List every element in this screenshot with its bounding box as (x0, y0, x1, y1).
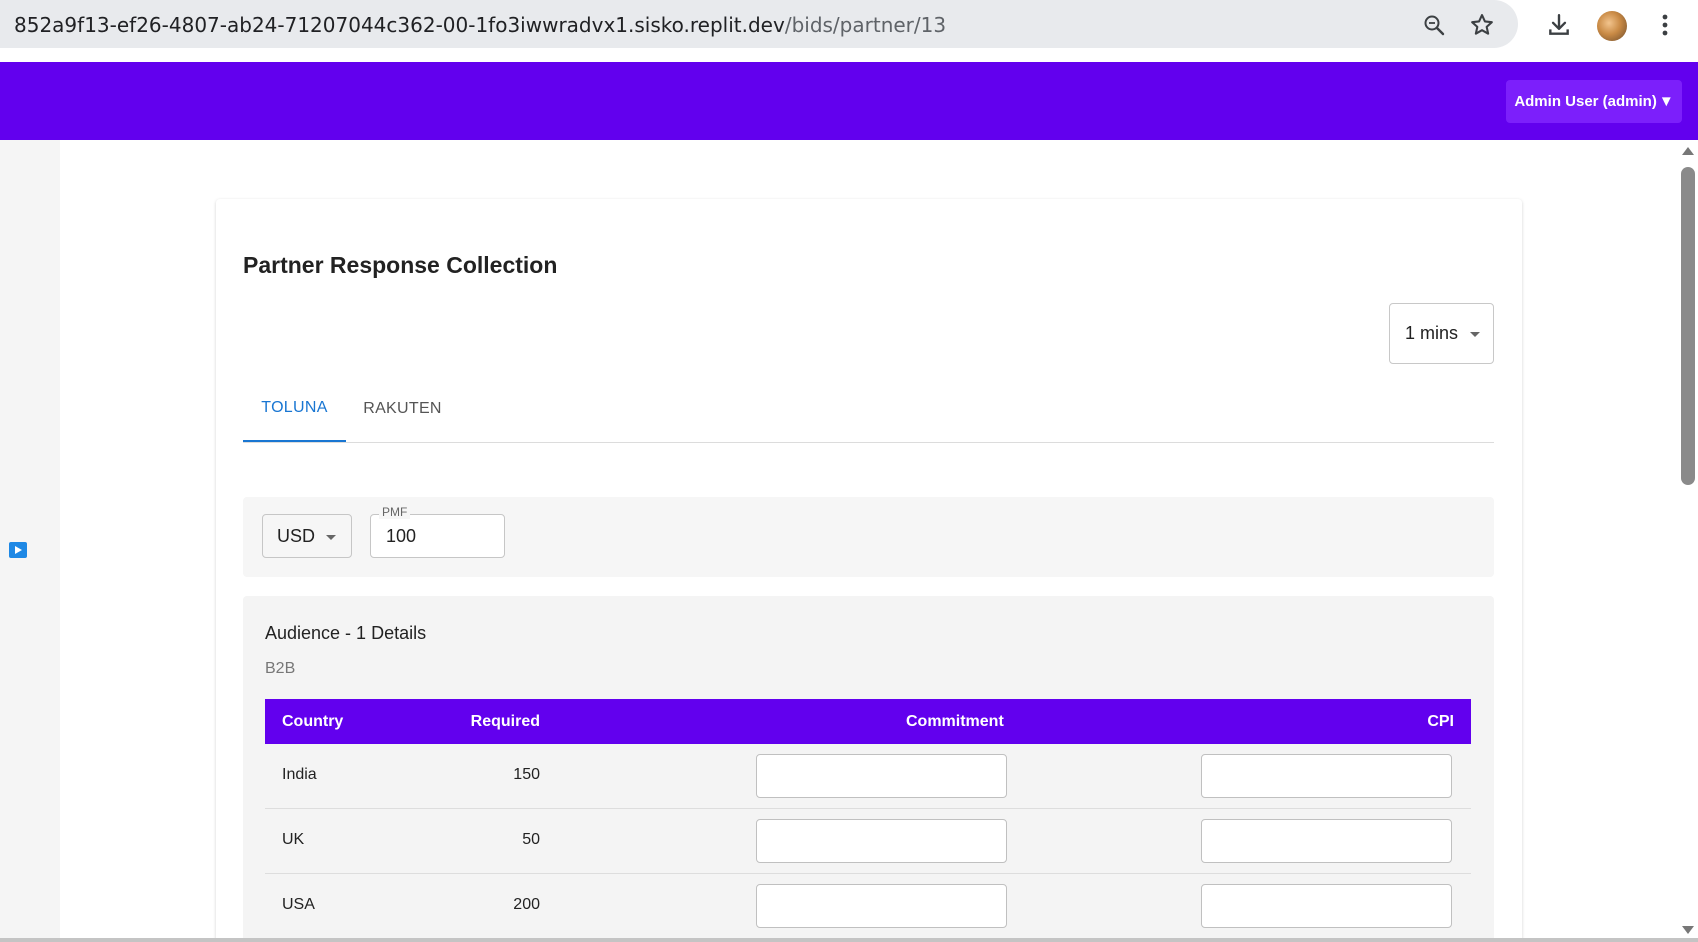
more-menu-icon[interactable] (1647, 7, 1683, 43)
window-bottom-edge (0, 938, 1698, 942)
country-cell: UK (282, 831, 305, 848)
left-rail (0, 140, 60, 942)
currency-select[interactable]: USD (262, 514, 352, 558)
partner-response-card: Partner Response Collection 1 mins TOLUN… (216, 199, 1522, 942)
column-header-required: Required (470, 713, 540, 730)
required-cell: 150 (513, 766, 540, 783)
time-select[interactable]: 1 mins (1389, 303, 1494, 364)
scroll-down-icon[interactable] (1682, 926, 1694, 934)
country-cell: USA (282, 896, 315, 913)
audience-details-panel: Audience - 1 Details B2B Country Require… (243, 596, 1494, 942)
play-icon[interactable] (9, 542, 27, 558)
user-menu-label: Admin User (admin) (1514, 93, 1657, 110)
pmf-value: 100 (386, 525, 417, 546)
chevron-down-icon: ▼ (1658, 93, 1674, 110)
profile-avatar[interactable] (1597, 11, 1627, 41)
country-cell: India (282, 766, 317, 783)
scrollbar-thumb[interactable] (1681, 167, 1695, 485)
commitment-input[interactable] (756, 819, 1007, 863)
table-row: India 150 (265, 744, 1471, 809)
url-host: 852a9f13-ef26-4807-ab24-71207044c362-00-… (14, 13, 785, 37)
tab-rakuten[interactable]: RAKUTEN (346, 376, 459, 442)
audience-table: Country Required Commitment CPI India 15… (265, 699, 1471, 939)
commitment-input[interactable] (756, 884, 1007, 928)
table-header: Country Required Commitment CPI (265, 699, 1471, 744)
chevron-down-icon (1470, 332, 1481, 337)
column-header-cpi: CPI (1427, 713, 1454, 730)
partner-tabs: TOLUNA RAKUTEN (243, 376, 1494, 443)
chevron-down-icon (326, 534, 337, 540)
app-header (0, 62, 1698, 140)
user-menu-button[interactable]: Admin User (admin) ▼ (1506, 80, 1682, 123)
url-text[interactable]: 852a9f13-ef26-4807-ab24-71207044c362-00-… (14, 13, 946, 37)
cpi-input[interactable] (1201, 884, 1452, 928)
bookmark-star-icon[interactable] (1464, 7, 1500, 43)
required-cell: 50 (522, 831, 540, 848)
download-icon[interactable] (1541, 7, 1577, 43)
page-title: Partner Response Collection (243, 252, 558, 278)
commitment-input[interactable] (756, 754, 1007, 798)
scroll-up-icon[interactable] (1682, 147, 1694, 155)
column-header-commitment: Commitment (906, 713, 1004, 730)
table-row: UK 50 (265, 809, 1471, 874)
cpi-input[interactable] (1201, 819, 1452, 863)
url-path: /bids/partner/13 (784, 13, 947, 37)
required-cell: 200 (513, 896, 540, 913)
currency-value: USD (277, 525, 316, 546)
pricing-filter-bar: USD 100 PMF (243, 497, 1494, 577)
cpi-input[interactable] (1201, 754, 1452, 798)
audience-title: Audience - 1 Details (265, 623, 427, 643)
zoom-icon[interactable] (1416, 7, 1452, 43)
pmf-label: PMF (379, 505, 411, 519)
time-select-value: 1 mins (1405, 323, 1459, 343)
tab-toluna[interactable]: TOLUNA (243, 376, 346, 442)
table-row: USA 200 (265, 874, 1471, 939)
audience-subtitle: B2B (265, 660, 296, 677)
column-header-country: Country (282, 713, 344, 730)
pmf-input[interactable]: 100 (370, 514, 505, 558)
